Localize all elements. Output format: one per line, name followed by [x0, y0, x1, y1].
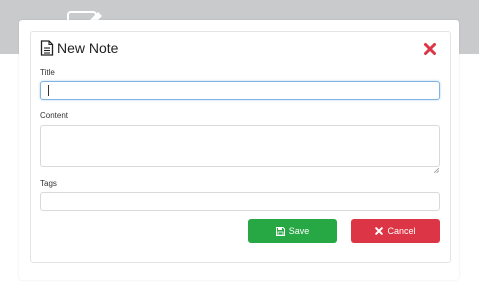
text-cursor [48, 85, 49, 96]
tags-input[interactable] [40, 192, 440, 211]
close-icon [424, 43, 436, 55]
tags-label: Tags [40, 179, 57, 188]
title-label: Title [40, 68, 55, 77]
modal-title: New Note [57, 40, 119, 56]
content-label: Content [40, 111, 69, 120]
save-button[interactable]: Save [248, 219, 337, 243]
window-resize-grip-icon [472, 292, 477, 300]
title-input[interactable] [40, 81, 440, 100]
cancel-button[interactable]: Cancel [351, 219, 440, 243]
cancel-button-label: Cancel [387, 226, 416, 236]
close-button[interactable] [423, 42, 437, 56]
content-textarea[interactable] [40, 125, 440, 167]
resize-handle-icon[interactable] [433, 160, 440, 174]
save-button-label: Save [288, 226, 310, 236]
document-icon [40, 40, 54, 56]
x-icon [375, 227, 384, 235]
floppy-disk-icon [275, 226, 285, 236]
